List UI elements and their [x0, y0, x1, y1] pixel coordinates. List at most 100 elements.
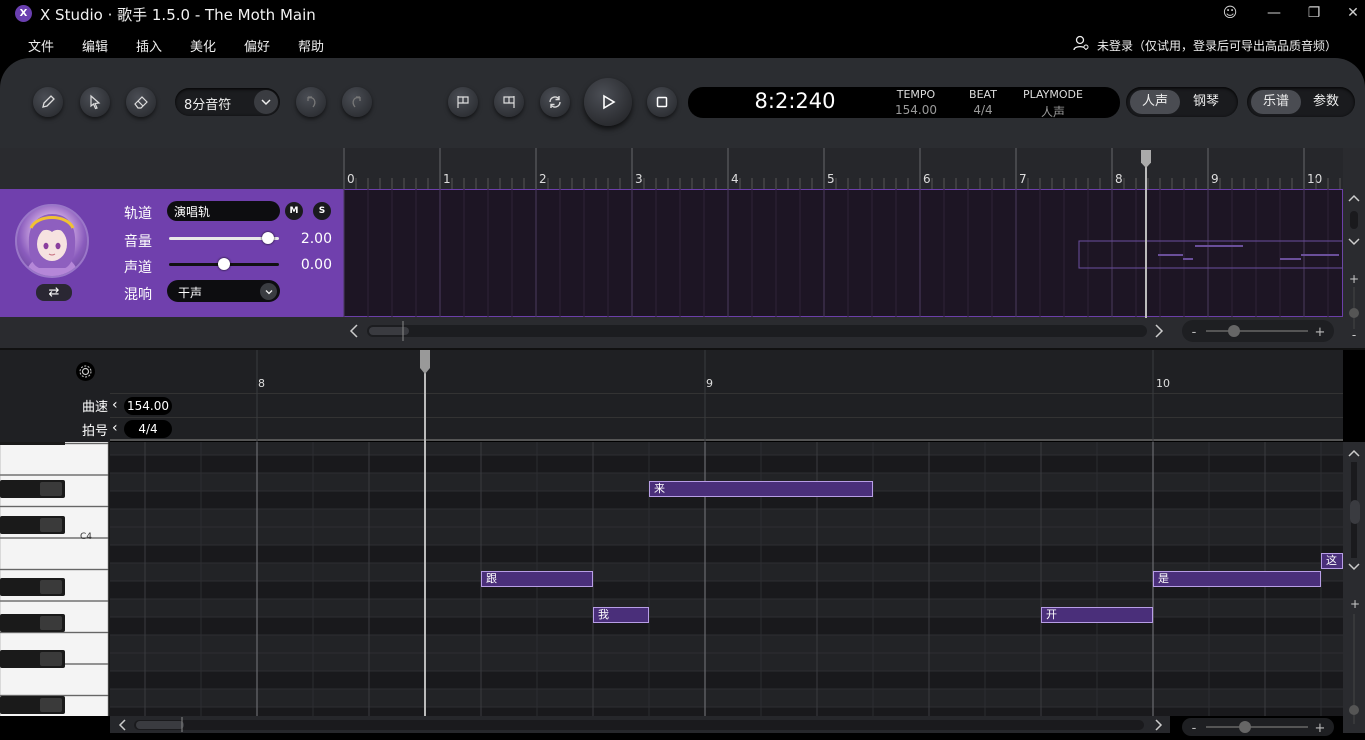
marker-end-button[interactable] [494, 87, 524, 117]
svg-text:+: + [1350, 597, 1360, 611]
loop-icon [549, 96, 561, 108]
loop-button[interactable] [540, 87, 570, 117]
menu-beautify[interactable]: 美化 [190, 36, 216, 55]
bar-label-10: 10 [1156, 377, 1170, 390]
view-params-option[interactable]: 参数 [1302, 90, 1350, 114]
volume-value: 2.00 [300, 231, 332, 247]
key-label-c4: C4 [80, 532, 93, 542]
mode-vocal-option[interactable]: 人声 [1130, 90, 1180, 114]
playmode-value: 人声 [1040, 105, 1065, 119]
beat-label: BEAT [969, 88, 997, 101]
note-block[interactable]: 开 [1041, 607, 1153, 623]
settings-gear-button[interactable] [76, 362, 95, 381]
note-block[interactable]: 跟 [481, 571, 593, 587]
menu-help[interactable]: 帮助 [298, 36, 324, 55]
ruler-bar-label: 6 [923, 172, 931, 186]
ruler-bar-label: 8 [1115, 172, 1123, 186]
feedback-icon[interactable]: ☺ [1215, 2, 1245, 24]
tempo-value[interactable]: 154.00 [890, 103, 942, 117]
redo-icon [352, 96, 361, 108]
tempo-row-label: 曲速 [82, 400, 109, 415]
menu-edit[interactable]: 编辑 [82, 36, 108, 55]
eraser-tool-button[interactable] [126, 87, 156, 117]
marker-start-button[interactable] [448, 87, 478, 117]
reverb-label: 混响 [124, 287, 152, 303]
user-icon[interactable] [1073, 35, 1089, 51]
note-length-value: 8分音符 [184, 98, 232, 113]
tempo-label: TEMPO [896, 88, 936, 101]
svg-text:+: + [1315, 325, 1326, 340]
flag-end-icon [503, 96, 515, 108]
chevron-down-icon[interactable] [260, 283, 277, 300]
svg-text:+: + [1349, 272, 1359, 286]
note-block[interactable]: 来 [649, 481, 873, 497]
track-overview-area[interactable] [343, 189, 1343, 317]
svg-text:-: - [1192, 721, 1197, 736]
overview-horizontal-scroll[interactable] [343, 318, 1170, 344]
ruler-bar-label: 3 [635, 172, 643, 186]
undo-button[interactable] [296, 87, 326, 117]
play-button[interactable] [584, 78, 632, 126]
bar-label-8: 8 [258, 377, 265, 390]
eraser-icon [134, 96, 148, 109]
piano-roll-bar-lines [256, 350, 1154, 442]
minimize-button[interactable]: — [1259, 2, 1289, 24]
beat-row-label: 拍号 [82, 424, 109, 439]
piano-keyboard[interactable] [0, 442, 110, 716]
pencil-tool-button[interactable] [33, 87, 63, 117]
svg-text:+: + [1315, 721, 1326, 736]
overview-zoom-slider[interactable]: - + [1182, 320, 1334, 342]
menu-file[interactable]: 文件 [28, 36, 54, 55]
pan-label: 声道 [124, 260, 152, 276]
close-button[interactable]: ✕ [1338, 2, 1365, 24]
reverb-value: 干声 [178, 286, 203, 300]
flag-start-icon [457, 96, 469, 108]
piano-roll-zoom-slider[interactable]: - + [1182, 718, 1334, 736]
app-logo-icon: X [15, 5, 32, 22]
chevron-down-icon[interactable] [254, 90, 278, 114]
swap-singer-button[interactable]: ⇄ [36, 284, 72, 301]
ruler-bar-label: 10 [1307, 172, 1322, 186]
solo-button[interactable]: S [313, 202, 331, 220]
pencil-icon [42, 95, 55, 108]
note-block[interactable]: 这 [1321, 553, 1343, 569]
time-position: 8:2:240 [754, 89, 836, 113]
stop-button[interactable] [647, 87, 677, 117]
redo-button[interactable] [342, 87, 372, 117]
pan-slider-knob[interactable] [218, 258, 230, 270]
note-block[interactable]: 我 [593, 607, 649, 623]
beat-value[interactable]: 4/4 [962, 103, 1004, 117]
track-name-value: 演唱轨 [174, 205, 211, 219]
menu-preferences[interactable]: 偏好 [244, 36, 270, 55]
ruler-bar-label: 7 [1019, 172, 1027, 186]
track-label: 轨道 [124, 206, 152, 222]
select-tool-button[interactable] [80, 87, 110, 117]
ruler-bar-label: 1 [443, 172, 451, 186]
overview-playhead[interactable] [1145, 150, 1147, 318]
ruler-bar-label: 9 [1211, 172, 1219, 186]
overview-vertical-scroll[interactable]: + - [1343, 189, 1365, 349]
mode-piano-option[interactable]: 钢琴 [1181, 90, 1231, 114]
pan-value: 0.00 [300, 257, 332, 273]
undo-icon [307, 96, 316, 108]
playhead[interactable] [424, 350, 426, 716]
svg-text:-: - [1192, 325, 1197, 340]
svg-text:-: - [1352, 328, 1356, 342]
login-status[interactable]: 未登录（仅试用，登录后可导出高品质音频） [1097, 37, 1337, 54]
ruler-bar-label: 2 [539, 172, 547, 186]
piano-roll-horizontal-scroll[interactable] [110, 716, 1170, 733]
restore-button[interactable]: ❐ [1299, 2, 1329, 24]
stop-icon [656, 96, 668, 108]
view-score-option[interactable]: 乐谱 [1251, 90, 1301, 114]
piano-roll-vertical-scroll[interactable]: + [1343, 442, 1365, 733]
volume-slider-knob[interactable] [262, 232, 274, 244]
note-block[interactable]: 是 [1153, 571, 1321, 587]
bar-label-9: 9 [706, 377, 713, 390]
gear-icon [79, 365, 92, 378]
volume-label: 音量 [124, 234, 152, 250]
menu-insert[interactable]: 插入 [136, 36, 162, 55]
singer-avatar[interactable] [15, 204, 89, 278]
cursor-icon [90, 94, 101, 110]
mute-button[interactable]: M [285, 202, 303, 220]
playmode-label: PLAYMODE [1023, 88, 1083, 101]
